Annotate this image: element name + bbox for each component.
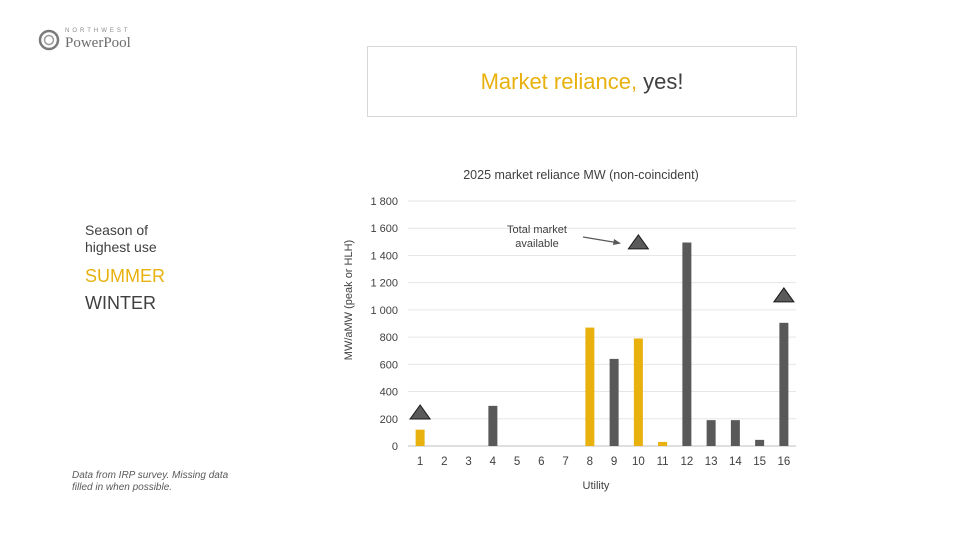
x-tick-label: 16 <box>777 456 790 468</box>
y-tick-label: 600 <box>380 359 398 371</box>
x-tick-label: 6 <box>538 456 544 468</box>
gridlines <box>408 200 796 447</box>
bar-utility-15 <box>755 439 765 446</box>
y-tick-label: 1 600 <box>370 223 398 235</box>
bar-utility-12 <box>682 242 692 446</box>
x-tick-label: 11 <box>657 456 669 468</box>
x-tick-labels: 1 2 3 4 5 6 7 8 9 10 11 12 13 14 15 16 <box>417 456 790 468</box>
y-tick-label: 1 400 <box>370 250 398 262</box>
y-tick-labels: 0 200 400 600 800 1 000 1 200 1 400 1 600 1 800 <box>370 196 398 453</box>
bar-utility-16 <box>779 322 789 446</box>
x-tick-label: 9 <box>611 456 617 468</box>
bar-utility-8 <box>585 327 595 446</box>
x-tick-label: 4 <box>490 456 497 468</box>
y-tick-label: 1 000 <box>370 305 398 317</box>
y-tick-label: 0 <box>392 441 398 453</box>
annotation-line2: available <box>515 238 558 250</box>
y-tick-label: 400 <box>380 387 398 399</box>
total-market-triangle-icon <box>409 404 432 420</box>
x-tick-label: 3 <box>465 456 471 468</box>
total-market-triangle-icon <box>627 233 650 250</box>
x-tick-label: 1 <box>417 456 423 468</box>
bar-utility-13 <box>706 420 716 446</box>
bar-utility-11 <box>658 441 668 446</box>
x-tick-label: 12 <box>680 456 693 468</box>
y-axis-label: MW/aMW (peak or HLH) <box>343 240 355 360</box>
annotation-arrowhead-icon <box>613 239 621 245</box>
bar-utility-4 <box>488 405 498 446</box>
market-reliance-chart: 2025 market reliance MW (non-coincident)… <box>343 168 796 492</box>
annotation-line1: Total market <box>507 224 567 236</box>
x-tick-label: 5 <box>514 456 520 468</box>
x-tick-label: 10 <box>632 456 645 468</box>
x-tick-label: 14 <box>729 456 742 468</box>
chart-title: 2025 market reliance MW (non-coincident) <box>463 168 699 182</box>
x-tick-label: 8 <box>587 456 593 468</box>
bar-utility-1 <box>415 429 425 446</box>
x-tick-label: 2 <box>441 456 447 468</box>
x-tick-label: 13 <box>705 456 718 468</box>
bar-utility-14 <box>730 420 740 446</box>
bar-utility-9 <box>609 358 619 446</box>
x-tick-label: 15 <box>753 456 766 468</box>
bar-utility-10 <box>633 338 643 446</box>
x-tick-label: 7 <box>562 456 568 468</box>
y-tick-label: 1 200 <box>370 278 398 290</box>
y-tick-label: 800 <box>380 332 398 344</box>
bars <box>415 242 789 446</box>
total-market-triangle-icon <box>772 287 795 303</box>
y-tick-label: 200 <box>380 414 398 426</box>
y-tick-label: 1 800 <box>370 196 398 208</box>
x-axis-label: Utility <box>583 480 610 492</box>
